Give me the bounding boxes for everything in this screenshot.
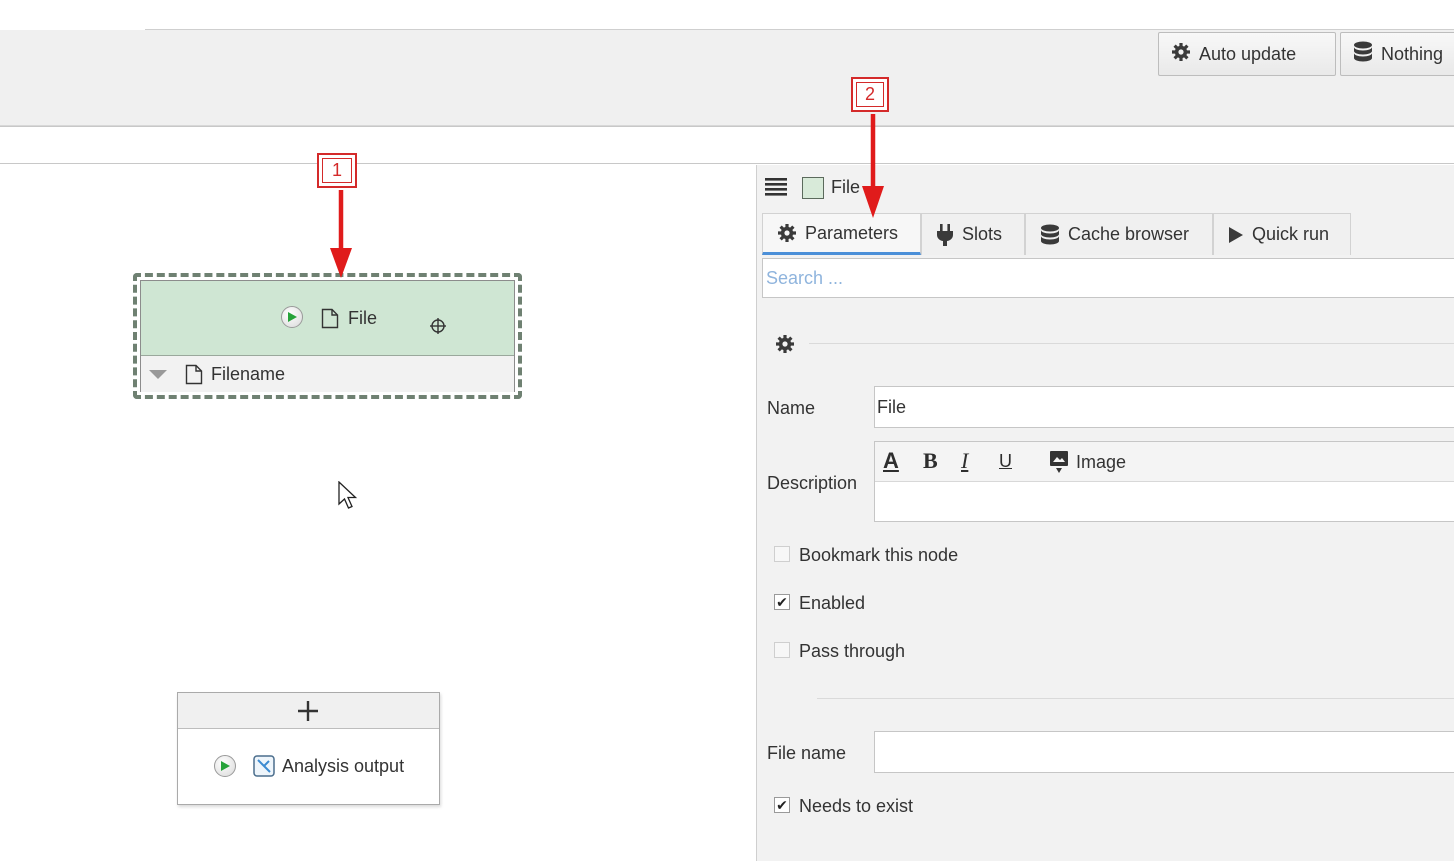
file-node-header[interactable]: File: [141, 281, 514, 356]
italic-icon[interactable]: I: [961, 448, 968, 474]
node-properties-panel: File Parameters Slots Cache browser Quic…: [756, 165, 1454, 861]
title-strip: [0, 0, 1454, 30]
slot-label: Filename: [211, 363, 286, 384]
callout-number: 2: [864, 84, 875, 104]
pass-through-checkbox[interactable]: [774, 642, 790, 658]
image-icon[interactable]: [1049, 450, 1069, 474]
file-node-title: File: [348, 308, 378, 328]
database-icon: [1353, 41, 1373, 68]
panel-header-title: File: [831, 177, 861, 197]
tab-label: Cache browser: [1068, 224, 1190, 244]
tab-parameters[interactable]: Parameters: [762, 213, 921, 255]
bookmark-label: Bookmark this node: [799, 545, 959, 565]
run-node-button[interactable]: [281, 306, 303, 328]
name-field[interactable]: File: [874, 386, 1454, 428]
tab-label: Slots: [962, 224, 1003, 244]
file-icon: [185, 364, 203, 384]
needs-exist-checkbox[interactable]: ✔: [774, 797, 790, 813]
file-node[interactable]: File Filename: [140, 280, 515, 392]
play-icon: [221, 761, 230, 771]
cache-mode-button[interactable]: Nothing: [1340, 32, 1454, 76]
gear-icon: [776, 335, 794, 353]
analysis-icon: [253, 755, 275, 777]
main-toolbar: Auto update Nothing: [0, 30, 1454, 126]
auto-update-button[interactable]: Auto update: [1158, 32, 1336, 76]
play-icon: [1229, 226, 1243, 243]
graph-search-bar[interactable]: [0, 126, 1454, 164]
add-slot-bar[interactable]: [178, 693, 439, 729]
tab-slots[interactable]: Slots: [921, 213, 1025, 255]
callout-number: 1: [331, 160, 342, 180]
description-label: Description: [767, 473, 858, 493]
annotation-callout-2: 2: [851, 77, 889, 112]
annotation-arrow-1: [330, 190, 352, 278]
rich-text-toolbar: A B I U Image: [875, 442, 1454, 482]
enabled-label: Enabled: [799, 593, 866, 613]
parameter-search-input[interactable]: Search ...: [762, 258, 1454, 298]
mouse-cursor-icon: [338, 481, 358, 509]
plug-icon: [937, 223, 953, 246]
bold-icon[interactable]: B: [923, 448, 938, 474]
analysis-output-title: Analysis output: [282, 756, 405, 776]
name-label: Name: [767, 398, 816, 418]
name-value: File: [877, 396, 907, 417]
hamburger-icon[interactable]: [765, 177, 787, 197]
annotation-arrow-2: [862, 114, 884, 218]
file-name-field[interactable]: [874, 731, 1454, 773]
tab-quick-run[interactable]: Quick run: [1213, 213, 1351, 255]
section-divider: [817, 698, 1454, 699]
underline-icon[interactable]: U: [999, 451, 1012, 472]
text-color-icon[interactable]: A: [883, 448, 899, 474]
description-editor[interactable]: A B I U Image: [874, 441, 1454, 522]
crosshair-icon[interactable]: [429, 317, 447, 335]
file-icon: [321, 308, 339, 329]
cache-mode-label: Nothing: [1381, 43, 1444, 64]
gear-icon: [1171, 42, 1191, 67]
analysis-output-node[interactable]: Analysis output: [177, 692, 440, 805]
run-node-button[interactable]: [214, 755, 236, 777]
triangle-down-icon[interactable]: [149, 368, 167, 380]
panel-tab-bar: Parameters Slots Cache browser Quick run: [762, 213, 1351, 255]
pass-through-label: Pass through: [799, 641, 906, 661]
annotation-callout-1: 1: [317, 153, 357, 188]
output-slot-row[interactable]: Filename: [141, 356, 514, 392]
enabled-checkbox[interactable]: ✔: [774, 594, 790, 610]
database-icon: [1041, 224, 1059, 244]
play-icon: [288, 312, 297, 322]
tab-label: Parameters: [805, 222, 899, 243]
tab-label: Quick run: [1252, 224, 1330, 244]
gear-icon: [778, 224, 796, 242]
node-color-swatch: [802, 177, 824, 199]
search-placeholder: Search ...: [766, 267, 844, 288]
tab-cache-browser[interactable]: Cache browser: [1025, 213, 1213, 255]
needs-exist-label: Needs to exist: [799, 796, 914, 816]
insert-image-label[interactable]: Image: [1076, 452, 1126, 473]
section-divider: [809, 343, 1454, 344]
auto-update-label: Auto update: [1199, 43, 1297, 64]
bookmark-checkbox[interactable]: [774, 546, 790, 562]
plus-icon[interactable]: [296, 699, 320, 723]
file-name-label: File name: [767, 743, 847, 763]
